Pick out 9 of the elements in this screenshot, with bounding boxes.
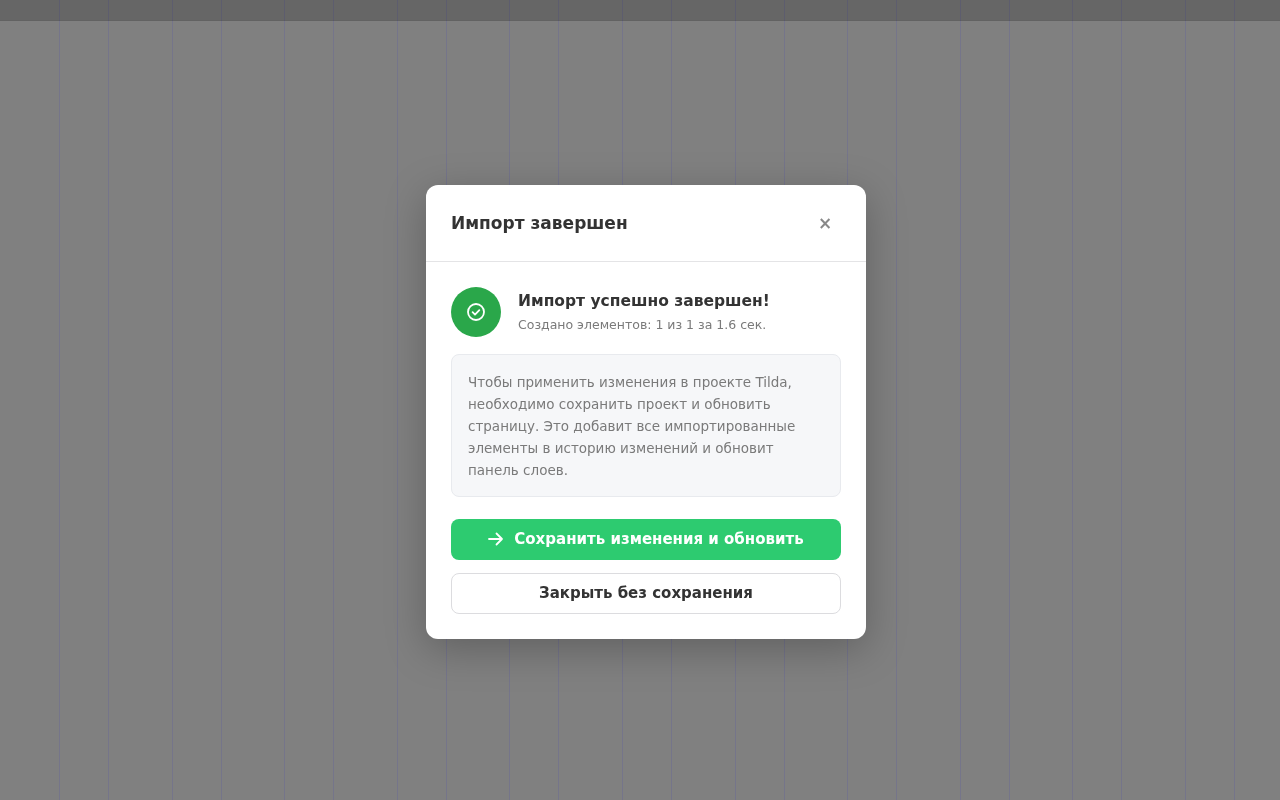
status-title: Импорт успешно завершен! bbox=[518, 291, 770, 310]
check-circle-icon bbox=[451, 286, 501, 337]
dialog-title: Импорт завершен bbox=[451, 212, 628, 233]
close-button[interactable]: × bbox=[814, 211, 836, 234]
info-note: Чтобы применить изменения в проекте Tilda, необходимо сохранить проект и обновить страницу. Это добавит все импортированные элементы в историю изменений и обновит панель слоев. bbox=[451, 353, 841, 497]
save-button[interactable]: Сохранить изменения и обновить bbox=[451, 518, 841, 560]
status-detail: Создано элементов: 1 из 1 за 1.6 сек. bbox=[518, 316, 768, 332]
close-without-saving-button[interactable]: Закрыть без сохранения bbox=[451, 572, 841, 614]
arrow-right-icon bbox=[488, 532, 505, 546]
